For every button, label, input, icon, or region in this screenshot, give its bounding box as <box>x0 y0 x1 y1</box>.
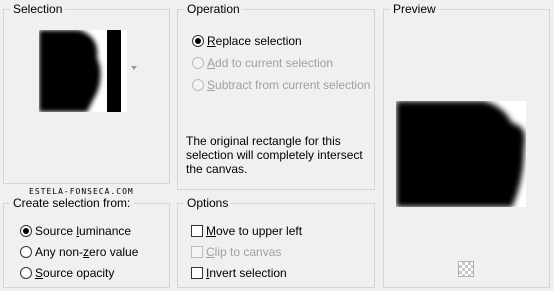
watermark-text: ESTELA-FONSECA.COM <box>29 187 134 196</box>
radio-indicator <box>20 267 32 279</box>
checkbox-indicator <box>191 267 203 279</box>
preview-group-title: Preview <box>390 2 439 16</box>
replace-selection-radio[interactable]: Replace selection <box>192 34 302 48</box>
options-group-title: Options <box>184 196 232 210</box>
operation-info-text: The original rectangle for this selectio… <box>186 134 363 176</box>
checkbox-indicator <box>191 246 203 258</box>
preview-group: Preview <box>383 2 550 288</box>
source-luminance-radio[interactable]: Source luminance <box>20 224 131 238</box>
operation-group: Operation Replace selection Add to curre… <box>177 2 375 190</box>
radio-indicator <box>192 79 204 91</box>
clip-to-canvas-checkbox[interactable]: Clip to canvas <box>191 245 281 259</box>
operation-group-title: Operation <box>184 2 243 16</box>
move-to-upper-left-label: Move to upper left <box>206 224 303 238</box>
source-opacity-label: Source opacity <box>35 266 115 280</box>
create-selection-group: Create selection from: Source luminance … <box>3 196 170 288</box>
selection-thumbnail[interactable] <box>39 30 127 112</box>
transparency-checker-icon[interactable] <box>458 261 474 277</box>
add-to-selection-radio[interactable]: Add to current selection <box>192 56 333 70</box>
clip-to-canvas-label: Clip to canvas <box>206 245 282 259</box>
subtract-from-selection-label: Subtract from current selection <box>207 78 371 92</box>
invert-selection-label: Invert selection <box>206 266 287 280</box>
checkbox-indicator <box>191 225 203 237</box>
subtract-from-selection-radio[interactable]: Subtract from current selection <box>192 78 370 92</box>
preview-image <box>396 101 526 207</box>
non-zero-value-radio[interactable]: Any non-zero value <box>20 245 138 259</box>
selection-thumbnail-image <box>39 30 121 112</box>
options-group: Options Move to upper left Clip to canva… <box>177 196 375 288</box>
source-luminance-label: Source luminance <box>35 224 132 238</box>
radio-indicator <box>192 57 204 69</box>
create-selection-group-title: Create selection from: <box>10 196 134 210</box>
invert-selection-checkbox[interactable]: Invert selection <box>191 266 287 280</box>
replace-selection-label: Replace selection <box>207 34 302 48</box>
move-to-upper-left-checkbox[interactable]: Move to upper left <box>191 224 302 238</box>
source-opacity-radio[interactable]: Source opacity <box>20 266 114 280</box>
radio-indicator <box>20 225 32 237</box>
selection-group: Selection ESTELA-FONSECA.COM <box>3 2 170 196</box>
radio-indicator <box>20 246 32 258</box>
radio-indicator <box>192 35 204 47</box>
non-zero-value-label: Any non-zero value <box>35 245 139 259</box>
add-to-selection-label: Add to current selection <box>207 56 334 70</box>
selection-dropdown-arrow-icon[interactable] <box>131 66 137 70</box>
selection-group-title: Selection <box>10 2 66 16</box>
